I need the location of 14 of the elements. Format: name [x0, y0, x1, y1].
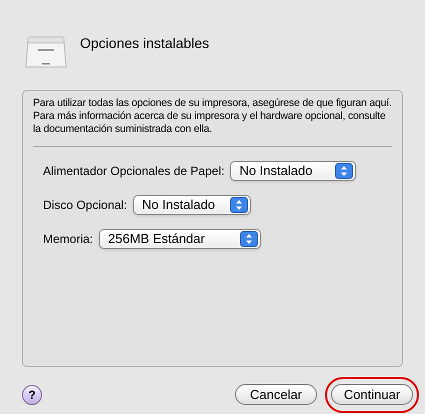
dialog-button[interactable]: Cancelar: [235, 384, 317, 405]
dialog-button[interactable]: Continuar: [331, 384, 413, 405]
popup-menu[interactable]: 256MB Estándar: [99, 229, 262, 249]
option-label: Memoria:: [43, 231, 94, 248]
popup-menu[interactable]: No Instalado: [230, 161, 356, 181]
stepper-icon: [335, 163, 354, 179]
description-text: Para utilizar todas las opciones de su impresora, asegúrese de que figuran aquí. Para más información acerca de su impresora y el hardware opcional, consulte la documentación suministrada con ella.: [32, 96, 393, 136]
option-label: Alimentador Opcionales de Papel:: [43, 163, 224, 180]
option-label: Disco Opcional:: [43, 197, 128, 214]
stepper-icon: [230, 197, 248, 213]
help-button[interactable]: ?: [22, 385, 42, 405]
popup-menu[interactable]: No Instalado: [133, 195, 252, 215]
sheet-title: Opciones instalables: [80, 34, 210, 53]
stepper-icon: [240, 231, 258, 247]
